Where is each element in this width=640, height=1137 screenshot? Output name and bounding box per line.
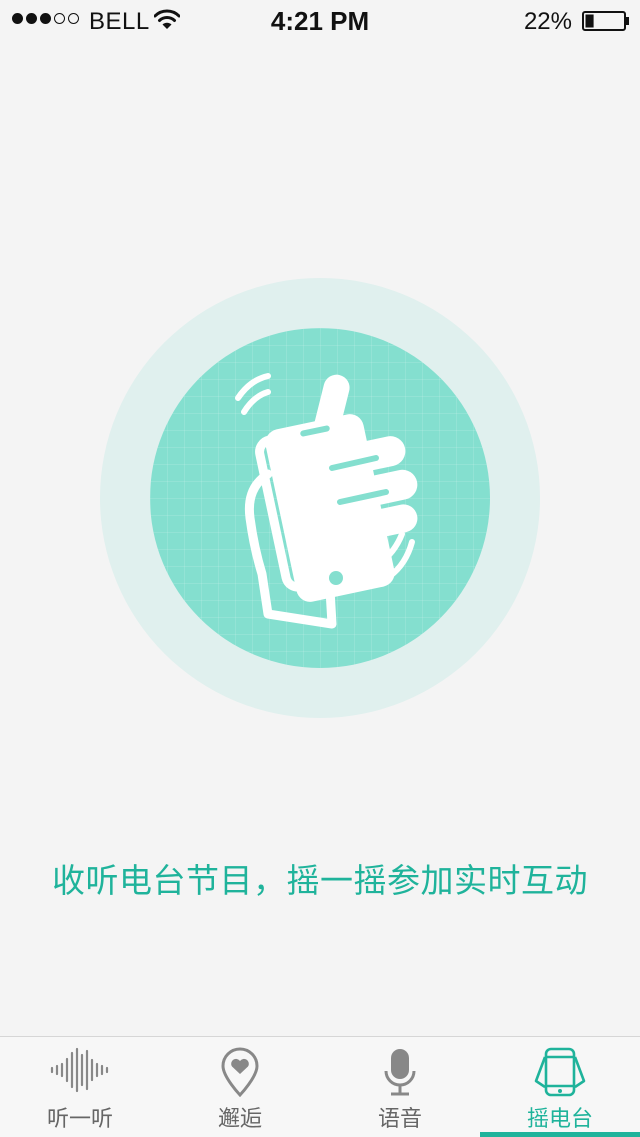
tab-shake-radio[interactable]: 摇电台 <box>480 1037 640 1137</box>
tab-encounter[interactable]: 邂逅 <box>160 1037 320 1137</box>
microphone-icon <box>384 1049 416 1096</box>
tab-label: 摇电台 <box>526 1106 593 1131</box>
tab-voice[interactable]: 语音 <box>320 1037 480 1137</box>
shake-button[interactable] <box>100 278 540 718</box>
battery-icon <box>582 11 629 31</box>
tab-label: 邂逅 <box>217 1106 262 1131</box>
tab-listen[interactable]: 听一听 <box>0 1037 160 1137</box>
soundwave-icon <box>50 1047 109 1093</box>
shake-phone-icon <box>534 1047 586 1097</box>
shake-prompt-text: 收听电台节目，摇一摇参加实时互动 <box>52 862 588 899</box>
hand-shaking-phone-icon <box>235 373 418 629</box>
tab-label: 听一听 <box>46 1106 113 1131</box>
status-bar: BELL 4:21 PM 22% <box>0 0 640 40</box>
active-tab-indicator <box>480 1132 640 1137</box>
tab-label: 语音 <box>377 1106 422 1131</box>
tab-bar: 听一听 邂逅 语音 摇电台 <box>0 1036 640 1137</box>
heart-pin-icon <box>221 1047 259 1097</box>
battery-percent: 22% <box>523 8 572 35</box>
